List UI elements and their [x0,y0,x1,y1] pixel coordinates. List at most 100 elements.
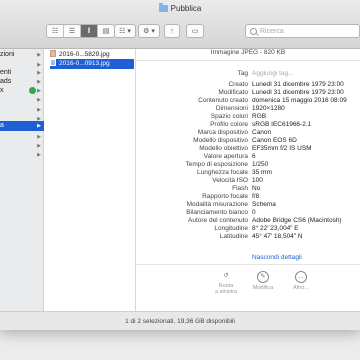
metadata-value: 35 mm [252,169,272,176]
metadata-row: Marca dispositivo Canon [136,129,360,137]
column-view-button[interactable]: ‖ [81,25,98,37]
rotate-left-button[interactable]: ↺ Ruota a sinistra [206,271,246,295]
metadata-row: Spazio colori RGB [136,113,360,121]
metadata-key: Creato [228,81,248,88]
edit-button[interactable]: ✎ Modifica [243,271,283,291]
metadata-value: Schema [252,201,276,208]
disclosure-arrow-icon: ▶ [37,97,41,103]
metadata-value: Lunedì 31 dicembre 1979 23:00 [252,89,344,96]
edit-icon: ✎ [257,271,269,283]
disclosure-arrow-icon: ▶ [37,123,41,129]
metadata-key: Tempo di esposizione [185,161,248,168]
metadata-row: Profilo colore sRGB IEC61966-2.1 [136,121,360,129]
sidebar: zioni▶ ▶ enti▶ ads▶ x▶ ▶ ▶ ▶ ▶ a▶ ▶ ▶ ▶ [0,49,44,311]
add-tag-field[interactable]: Aggiungi tag... [252,70,294,78]
file-kind-label: Immagine JPEG - 820 KB [210,49,286,56]
share-button[interactable]: ↑ [164,24,180,38]
divider [136,264,360,265]
sidebar-item[interactable]: ▶ [0,150,44,160]
sidebar-item[interactable]: zioni ▶ [0,50,44,60]
metadata-row: Flash No [136,185,360,193]
metadata-key: Tag [237,70,248,77]
metadata-key: Flash [232,185,248,192]
jpeg-file-icon [50,50,56,57]
metadata-key: Modalità misurazione [186,201,248,208]
sync-status-icon [29,87,36,94]
metadata-value: Canon EOS 6D [252,137,297,144]
view-mode-segmented-control: ☷ ☰ ‖ ▤ [46,24,115,38]
metadata-value: Canon [252,129,272,136]
metadata-value: No [252,185,261,192]
metadata-row: Modello obiettivo EF35mm f/2 IS USM [136,145,360,153]
metadata-row: Rapporto focale f/8 [136,193,360,201]
metadata-row: Autore del contenuto Adobe Bridge CS6 (Ma… [136,217,360,225]
tag-button[interactable]: ▭ [186,24,204,38]
metadata-row: Dimensioni 1920×1280 [136,105,360,113]
metadata-key: Rapporto focale [202,193,248,200]
disclosure-arrow-icon: ▶ [37,152,41,158]
finder-window: Pubblica ☷ ☰ ‖ ▤ ☷ ▾ ⚙ ▾ ↑ ▭ Ricerca zio… [0,0,360,330]
metadata-key: Longitudine [214,225,248,232]
metadata-row: Valore apertura 6 [136,153,360,161]
metadata-key: Lunghezza focale [197,169,248,176]
disclosure-arrow-icon: ▶ [37,52,41,58]
metadata-value: 100 [252,177,263,184]
metadata-key: Profilo colore [210,121,248,128]
icon-view-button[interactable]: ☷ [47,25,64,37]
metadata-key: Marca dispositivo [197,129,248,136]
metadata-value: 1/250 [252,161,269,168]
metadata-key: Latitudine [219,233,248,240]
metadata-row: Lunghezza focale 35 mm [136,169,360,177]
metadata-row: Velocità ISO 100 [136,177,360,185]
search-icon [250,27,257,35]
metadata-value: 1920×1280 [252,105,285,112]
status-bar: 1 di 2 selezionati, 19,36 GB disponibili [0,311,360,330]
metadata-key: Modificato [218,89,248,96]
metadata-value: Lunedì 31 dicembre 1979 23:00 [252,81,344,88]
metadata-row: Latitudine 45° 47' 18,504" N [136,233,360,241]
metadata-key: Spazio colori [210,113,248,120]
metadata-row: Tag Aggiungi tag... [136,70,360,78]
metadata-row: Tempo di esposizione 1/250 [136,161,360,169]
metadata-value: domenica 15 maggio 2016 08:09 [252,97,347,104]
metadata-row: Bilanciamento bianco 0 [136,209,360,217]
sidebar-item-selected[interactable]: a ▶ [0,121,44,131]
action-gear-button[interactable]: ⚙ ▾ [138,24,160,38]
folder-icon [158,3,168,12]
file-column: 2016-0...5829.jpg 2016-0...0913.jpg [44,49,136,311]
arrange-button[interactable]: ☷ ▾ [114,24,136,38]
rotate-left-icon: ↺ [223,273,229,279]
metadata-key: Dimensioni [215,105,248,112]
metadata-key: Contenuto creato [198,97,248,104]
search-field[interactable]: Ricerca [245,24,360,38]
metadata-key: Modello dispositivo [193,137,248,144]
metadata-value: f/8 [252,193,260,200]
metadata-value: EF35mm f/2 IS USM [252,145,312,152]
title-bar: Pubblica ☷ ☰ ‖ ▤ ☷ ▾ ⚙ ▾ ↑ ▭ Ricerca [0,0,360,49]
metadata-key: Bilanciamento bianco [186,209,248,216]
metadata-row: Contenuto creato domenica 15 maggio 2016 … [136,97,360,105]
list-view-button[interactable]: ☰ [64,25,81,37]
metadata-key: Velocità ISO [212,177,248,184]
file-item-selected[interactable]: 2016-0...0913.jpg [50,59,134,69]
metadata-value: RGB [252,113,267,120]
more-button[interactable]: … Altro... [281,271,321,291]
metadata-value: 8° 22' 23,004" E [252,225,299,232]
window-title: Pubblica [0,3,360,13]
hide-details-link[interactable]: Nascondi dettagli [252,254,302,261]
metadata-row: Creato Lunedì 31 dicembre 1979 23:00 [136,81,360,89]
metadata-row: Modello dispositivo Canon EOS 6D [136,137,360,145]
metadata-key: Autore del contenuto [188,217,248,224]
more-icon: … [295,271,307,283]
metadata-value: sRGB IEC61966-2.1 [252,121,312,128]
metadata-key: Modello obiettivo [199,145,248,152]
preview-pane: Immagine JPEG - 820 KB Tag Aggiungi tag..… [136,49,360,311]
jpeg-file-icon [50,59,56,66]
divider [136,60,360,61]
metadata-value: Adobe Bridge CS6 (Macintosh) [252,217,342,224]
metadata-row: Modalità misurazione Schema [136,201,360,209]
metadata-key: Valore apertura [203,153,248,160]
sidebar-item[interactable]: ▶ [0,95,44,105]
gallery-view-button[interactable]: ▤ [98,25,114,37]
metadata-row: Modificato Lunedì 31 dicembre 1979 23:00 [136,89,360,97]
